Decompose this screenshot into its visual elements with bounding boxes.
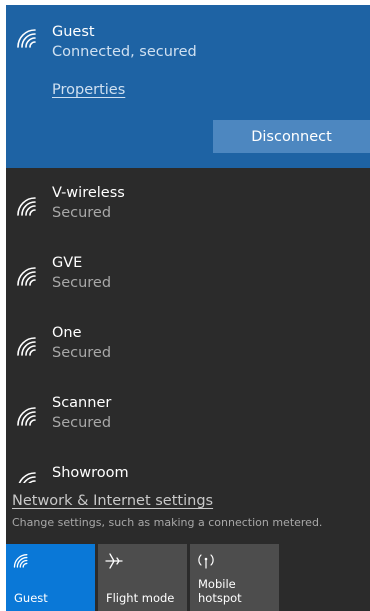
network-item-showroom[interactable]: Showroom — [6, 453, 370, 493]
wifi-icon — [16, 266, 38, 286]
network-status: Secured — [52, 275, 112, 291]
network-status: Secured — [52, 345, 112, 361]
network-name: V-wireless — [52, 185, 125, 201]
connected-network-name: Guest — [52, 24, 95, 40]
wifi-icon — [16, 471, 38, 483]
network-item-gve[interactable]: GVE Secured — [6, 243, 370, 313]
network-name: GVE — [52, 255, 83, 271]
network-settings-description: Change settings, such as making a connec… — [12, 516, 323, 529]
connected-network[interactable]: Guest Connected, secured Properties Disc… — [6, 5, 370, 168]
network-status: Secured — [52, 205, 112, 221]
network-name: Showroom — [52, 465, 129, 481]
disconnect-button[interactable]: Disconnect — [213, 120, 370, 153]
mobile-hotspot-icon — [197, 553, 215, 569]
network-internet-settings-link[interactable]: Network & Internet settings — [12, 493, 213, 509]
wifi-icon — [16, 196, 38, 216]
network-item-v-wireless[interactable]: V-wireless Secured — [6, 173, 370, 243]
connected-network-status: Connected, secured — [52, 44, 197, 60]
network-name: Scanner — [52, 395, 112, 411]
wifi-icon — [16, 406, 38, 426]
network-flyout: Guest Connected, secured Properties Disc… — [6, 5, 370, 611]
quick-action-label-line1: Mobile — [198, 577, 236, 591]
wifi-icon — [13, 553, 31, 569]
airplane-icon — [105, 553, 123, 569]
properties-link[interactable]: Properties — [52, 82, 125, 98]
quick-action-mobile-hotspot-tile[interactable]: Mobile hotspot — [190, 544, 279, 611]
quick-action-label: Guest — [14, 591, 48, 605]
wifi-icon — [16, 336, 38, 356]
wifi-icon — [16, 28, 38, 48]
quick-action-label-line2: hotspot — [198, 591, 242, 605]
quick-action-flight-mode-tile[interactable]: Flight mode — [98, 544, 187, 611]
quick-action-wifi-tile[interactable]: Guest — [6, 544, 95, 611]
quick-action-label: Flight mode — [106, 591, 175, 605]
network-item-scanner[interactable]: Scanner Secured — [6, 383, 370, 453]
network-name: One — [52, 325, 82, 341]
network-status: Secured — [52, 415, 112, 431]
quick-action-label: Mobile hotspot — [198, 577, 242, 605]
network-item-one[interactable]: One Secured — [6, 313, 370, 383]
